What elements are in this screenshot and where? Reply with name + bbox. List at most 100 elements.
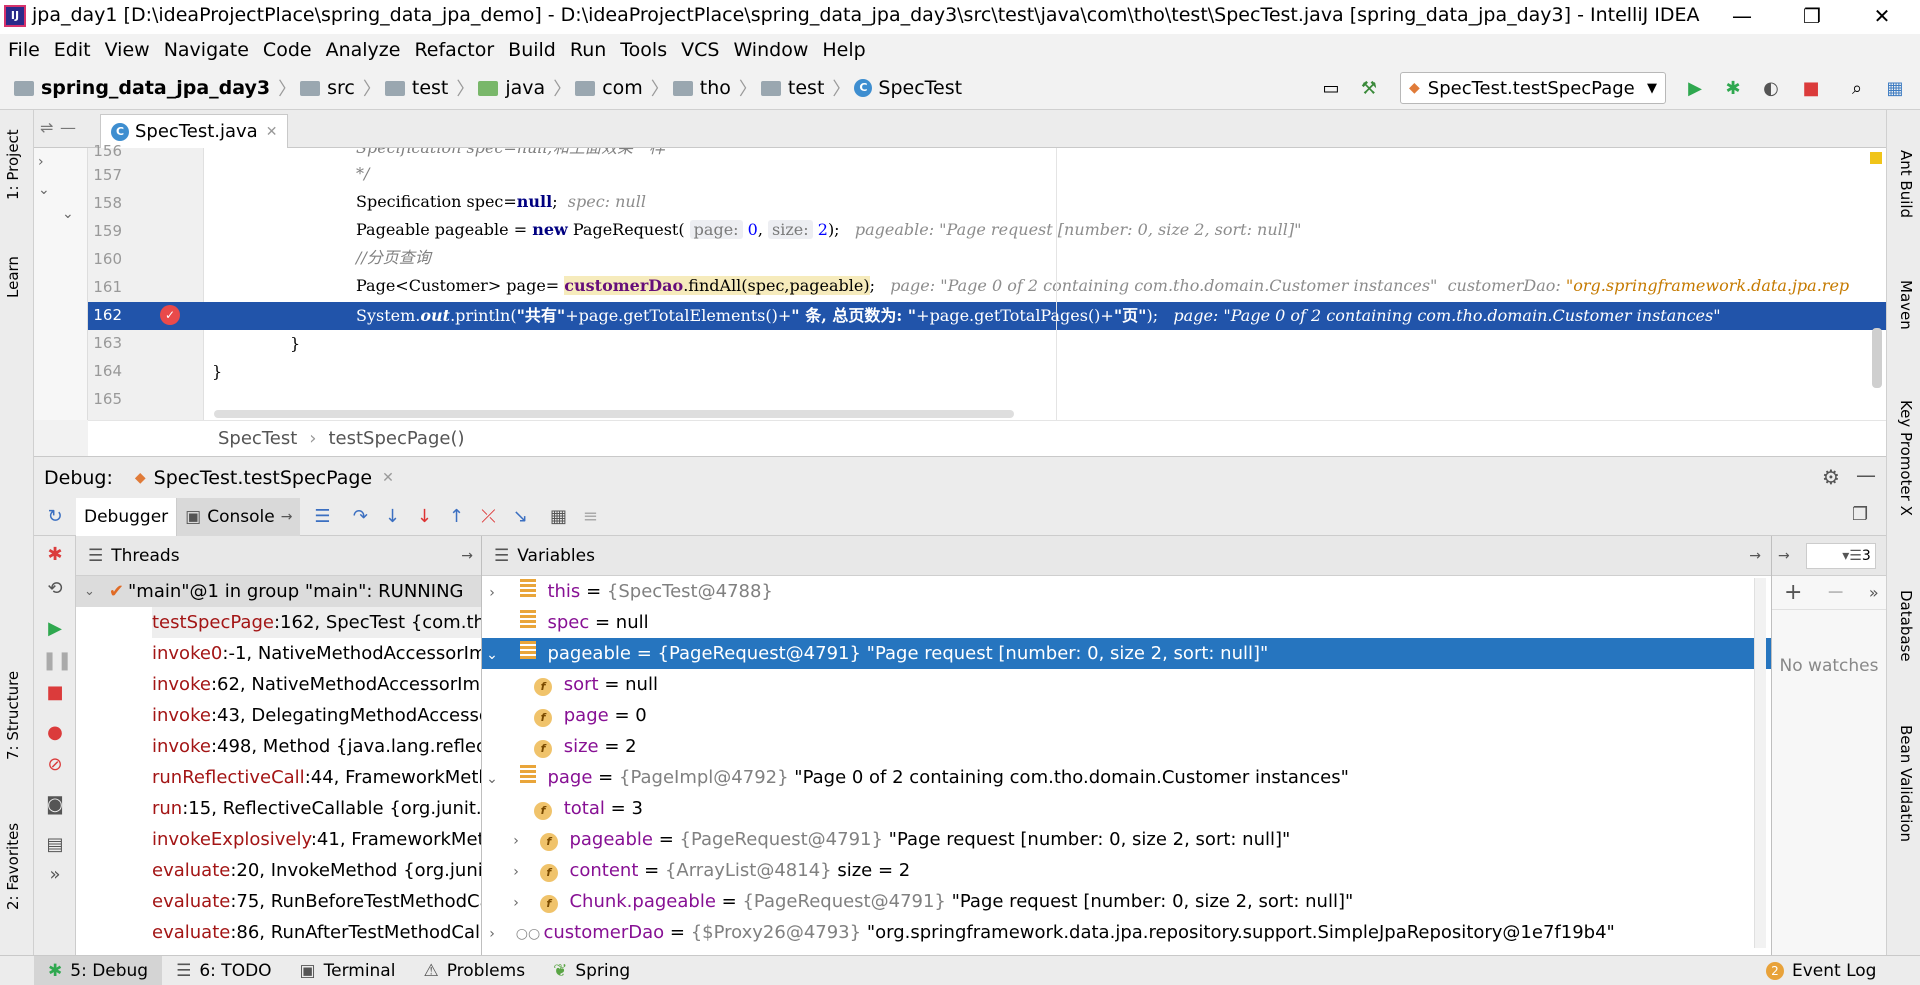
tab-structure[interactable]: 7: Structure: [4, 671, 22, 760]
tab-spectest-java[interactable]: C SpecTest.java ✕: [100, 114, 289, 148]
chevron-right-icon[interactable]: ›: [508, 826, 524, 857]
tab-debugger[interactable]: Debugger: [76, 497, 178, 536]
menu-help[interactable]: Help: [822, 34, 865, 66]
view-breakpoints-icon[interactable]: ●: [42, 720, 68, 746]
add-watch-icon[interactable]: +: [1784, 580, 1802, 605]
stack-frame[interactable]: evaluate:75, RunBeforeTestMethodCal: [152, 886, 481, 917]
run-configuration-select[interactable]: ◆ SpecTest.testSpecPage ▼: [1400, 72, 1666, 104]
menu-tools[interactable]: Tools: [620, 34, 667, 66]
force-step-into-icon[interactable]: ↓: [408, 501, 440, 533]
variable-row[interactable]: spec = null: [482, 607, 1771, 638]
stack-frame[interactable]: evaluate:20, InvokeMethod {org.junit.i: [152, 855, 481, 886]
stack-frame[interactable]: invokeExplosively:41, FrameworkMeth: [152, 824, 481, 855]
tool-tab-debug[interactable]: ✱ 5: Debug: [34, 955, 163, 985]
tab-project[interactable]: 1: Project: [4, 129, 22, 200]
run-to-cursor-icon[interactable]: ↘: [504, 501, 536, 533]
more-icon[interactable]: »: [1869, 583, 1879, 602]
menu-analyze[interactable]: Analyze: [326, 34, 401, 66]
trace-stream-icon[interactable]: ≡: [574, 501, 606, 533]
hide-panel-icon[interactable]: —: [1856, 463, 1876, 487]
step-out-icon[interactable]: ↑: [440, 501, 472, 533]
settings-icon[interactable]: ⇌: [40, 118, 53, 137]
tool-tab-problems[interactable]: ⚠ Problems: [409, 956, 539, 985]
run-icon[interactable]: ▶: [1684, 78, 1706, 100]
menu-code[interactable]: Code: [263, 34, 312, 66]
stop-icon[interactable]: ■: [42, 680, 68, 706]
project-structure-icon[interactable]: ▦: [1884, 78, 1906, 100]
close-tab-icon[interactable]: ✕: [382, 470, 394, 486]
variable-row[interactable]: f sort = null: [482, 669, 1771, 700]
crumb-test-pkg[interactable]: test: [760, 77, 824, 99]
stack-frame[interactable]: testSpecPage:162, SpecTest {com.tho.t: [152, 607, 481, 638]
close-button[interactable]: ✕: [1854, 0, 1910, 34]
menu-navigate[interactable]: Navigate: [164, 34, 249, 66]
variable-row[interactable]: › this = {SpecTest@4788}: [482, 576, 1771, 607]
pin-icon[interactable]: →: [461, 536, 473, 576]
menu-window[interactable]: Window: [733, 34, 808, 66]
pin-icon[interactable]: →: [1778, 548, 1790, 564]
stack-frame[interactable]: invoke0:-1, NativeMethodAccessorImp: [152, 638, 481, 669]
chevron-down-icon[interactable]: ⌄: [38, 182, 50, 198]
stack-frame[interactable]: invoke:498, Method {java.lang.reflect}: [152, 731, 481, 762]
gear-icon[interactable]: ⚙: [1822, 465, 1840, 489]
remove-watch-icon[interactable]: −: [1826, 580, 1844, 605]
tab-ant-build[interactable]: Ant Build: [1897, 150, 1915, 218]
stack-frame[interactable]: invoke:43, DelegatingMethodAccessor: [152, 700, 481, 731]
search-icon[interactable]: ⌕: [1846, 78, 1868, 100]
restore-breakpoint-icon[interactable]: ⟲: [42, 576, 68, 602]
chevron-right-icon[interactable]: ›: [508, 857, 524, 888]
chevron-right-icon[interactable]: ›: [484, 919, 500, 950]
watches-view-select[interactable]: ▾☰3: [1805, 542, 1876, 569]
chevron-right-icon[interactable]: ›: [508, 888, 524, 919]
menu-edit[interactable]: Edit: [54, 34, 91, 66]
crumb-test[interactable]: test: [384, 77, 448, 99]
coverage-icon[interactable]: ◐: [1760, 78, 1782, 100]
menu-build[interactable]: Build: [508, 34, 556, 66]
layout-icon[interactable]: ▤: [42, 832, 68, 858]
debug-session-tab[interactable]: SpecTest.testSpecPage: [154, 467, 372, 489]
tool-tab-spring[interactable]: ❦ Spring: [539, 956, 644, 985]
variable-row[interactable]: f page = 0: [482, 700, 1771, 731]
event-log[interactable]: 2 Event Log: [1766, 956, 1876, 985]
menu-vcs[interactable]: VCS: [681, 34, 719, 66]
crumb-java[interactable]: java: [478, 77, 545, 99]
stack-frame[interactable]: evaluate:86, RunAfterTestMethodCallb: [152, 917, 481, 948]
chevron-down-icon[interactable]: ⌄: [62, 206, 74, 222]
stop-icon[interactable]: ■: [1800, 78, 1822, 100]
variables-scrollbar[interactable]: [1754, 578, 1766, 948]
crumb-project[interactable]: spring_data_jpa_day3: [14, 77, 270, 99]
crumb-src[interactable]: src: [300, 77, 355, 99]
resume-icon[interactable]: ▶: [42, 616, 68, 642]
chevron-down-icon[interactable]: ⌄: [484, 640, 500, 671]
rerun-failed-icon[interactable]: ✱: [42, 542, 68, 568]
tab-bean-validation[interactable]: Bean Validation: [1897, 725, 1915, 842]
restore-button[interactable]: ❐: [1784, 0, 1840, 34]
collapse-icon[interactable]: —: [60, 118, 76, 137]
inspection-warning-icon[interactable]: [1870, 152, 1882, 164]
stack-frame[interactable]: runReflectiveCall:44, FrameworkMetho: [152, 762, 481, 793]
camera-icon[interactable]: ◙: [42, 792, 68, 818]
minimize-button[interactable]: —: [1714, 0, 1770, 34]
variable-row-selected[interactable]: ⌄ pageable = {PageRequest@4791} "Page re…: [482, 638, 1771, 671]
rerun-icon[interactable]: [42, 514, 68, 540]
crumb-tho[interactable]: tho: [672, 77, 731, 99]
variable-row[interactable]: › f pageable = {PageRequest@4791} "Page …: [482, 824, 1771, 857]
close-tab-icon[interactable]: ✕: [266, 116, 278, 148]
crumb-com[interactable]: com: [575, 77, 643, 99]
code-editor[interactable]: Specification spec=null;和上面效果一样 */ Speci…: [204, 148, 1886, 420]
thread-main[interactable]: ⌄ ✔ "main"@1 in group "main": RUNNING: [76, 576, 481, 607]
tab-learn[interactable]: Learn: [4, 256, 22, 298]
mute-breakpoints-icon[interactable]: ⊘: [42, 752, 68, 778]
tab-database[interactable]: Database: [1897, 590, 1915, 662]
pause-icon[interactable]: ❚❚: [42, 648, 72, 674]
build-hammer-icon[interactable]: ⚒: [1358, 78, 1380, 100]
tool-tab-terminal[interactable]: ▣ Terminal: [286, 956, 410, 985]
chevron-down-icon[interactable]: ⌄: [484, 764, 500, 795]
frames-menu-icon[interactable]: ☰: [306, 501, 338, 533]
variable-row[interactable]: › f Chunk.pageable = {PageRequest@4791} …: [482, 886, 1771, 919]
crumb-class[interactable]: SpecTest: [218, 428, 297, 449]
evaluate-expression-icon[interactable]: ▦: [542, 501, 574, 533]
menu-view[interactable]: View: [105, 34, 150, 66]
layout-icon[interactable]: ▭: [1320, 78, 1342, 100]
stack-frame[interactable]: invoke:62, NativeMethodAccessorImpl: [152, 669, 481, 700]
